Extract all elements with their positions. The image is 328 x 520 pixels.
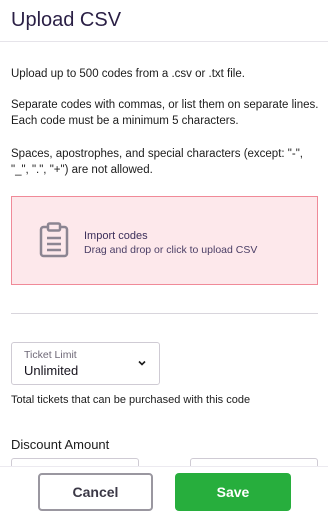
instruction-characters: Spaces, apostrophes, and special charact…	[11, 148, 303, 176]
discount-amount-label: Discount Amount	[11, 437, 110, 452]
ticket-limit-label: Ticket Limit	[24, 349, 77, 361]
instruction-format: Separate codes with commas, or list them…	[11, 99, 319, 127]
dropzone-title: Import codes	[84, 230, 148, 242]
ticket-limit-value: Unlimited	[24, 363, 79, 378]
cancel-button[interactable]: Cancel	[38, 473, 153, 511]
dropzone-subtitle: Drag and drop or click to upload CSV	[84, 244, 258, 256]
save-button[interactable]: Save	[175, 473, 291, 511]
ticket-limit-select[interactable]: Ticket Limit Unlimited	[11, 342, 160, 385]
instruction-limit: Upload up to 500 codes from a .csv or .t…	[11, 68, 245, 80]
section-divider	[11, 313, 318, 314]
clipboard-icon	[39, 222, 69, 258]
page-title: Upload CSV	[11, 9, 122, 31]
modal-header: Upload CSV	[0, 0, 328, 42]
chevron-down-icon	[138, 360, 146, 366]
csv-dropzone[interactable]: Import codes Drag and drop or click to u…	[11, 196, 318, 285]
ticket-limit-helper: Total tickets that can be purchased with…	[11, 394, 251, 406]
